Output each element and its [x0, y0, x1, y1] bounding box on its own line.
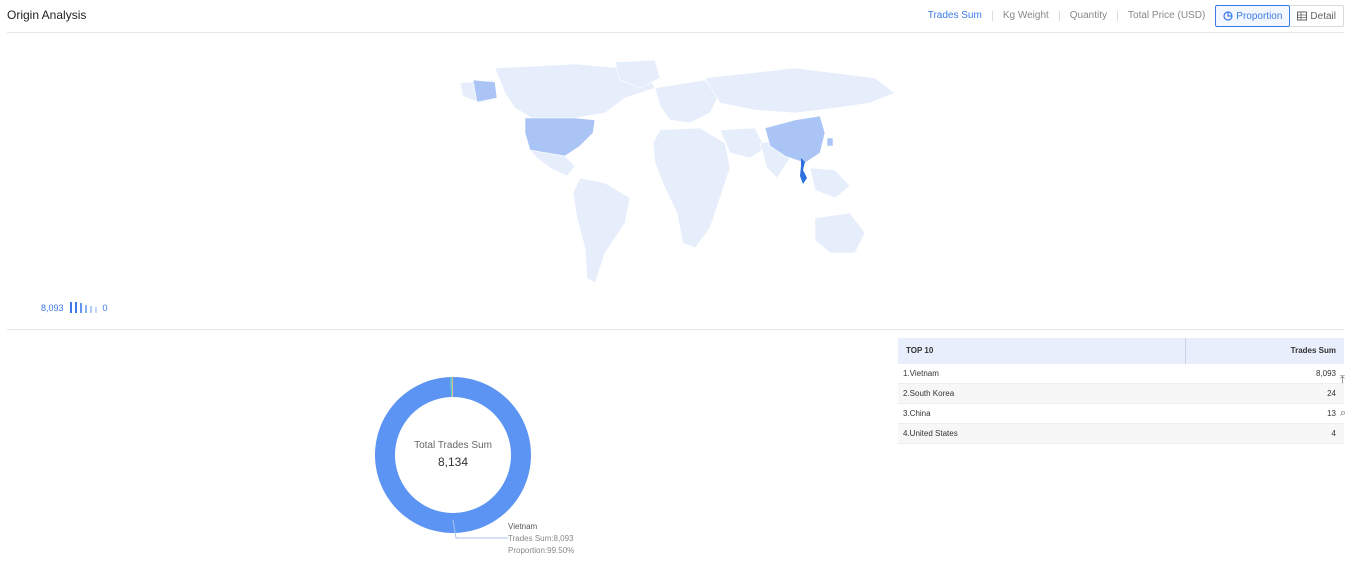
legend-scale	[69, 302, 97, 313]
callout-name: Vietnam	[508, 522, 538, 531]
donut-callout: Vietnam Trades Sum:8,093 Proportion:99.5…	[508, 521, 574, 557]
table-row[interactable]: 2.South Korea 24	[898, 384, 1344, 404]
row-name: 2.South Korea	[903, 389, 955, 398]
map-united-states	[524, 117, 596, 157]
map-southeast-asia-region	[809, 167, 851, 199]
metric-tabs: Trades Sum Kg Weight Quantity Total Pric…	[918, 5, 1344, 27]
row-name: 4.United States	[903, 429, 958, 438]
map-africa-region	[652, 127, 731, 249]
row-value: 13	[1327, 409, 1336, 418]
map-south-korea	[826, 137, 834, 147]
table-header-value[interactable]: Trades Sum	[1186, 338, 1344, 364]
header: Origin Analysis Trades Sum Kg Weight Qua…	[0, 0, 1352, 33]
table-header: TOP 10 Trades Sum	[898, 338, 1344, 364]
callout-line	[452, 520, 508, 539]
map-south-america-region	[572, 177, 631, 284]
page-title: Origin Analysis	[7, 8, 87, 22]
row-value: 24	[1327, 389, 1336, 398]
detail-label: Detail	[1310, 10, 1336, 22]
header-divider	[7, 32, 1344, 33]
detail-button[interactable]: Detail	[1290, 5, 1344, 27]
feedback-icon[interactable]: ⌕	[1340, 407, 1352, 420]
map-russia-region	[704, 67, 896, 114]
world-map[interactable]	[455, 58, 900, 290]
table-icon	[1297, 11, 1308, 21]
map-united-states-alaska	[472, 79, 498, 103]
table-row[interactable]: 1.Vietnam 8,093	[898, 364, 1344, 384]
map-australia-region	[814, 212, 866, 254]
pie-chart-icon	[1223, 11, 1233, 21]
donut-center-label: Total Trades Sum	[414, 440, 492, 451]
tab-total-price[interactable]: Total Price (USD)	[1118, 5, 1215, 27]
tab-quantity[interactable]: Quantity	[1060, 5, 1117, 27]
legend-min: 0	[102, 302, 108, 313]
back-to-top-icon[interactable]: ⤒	[1340, 374, 1352, 387]
proportion-label: Proportion	[1236, 10, 1283, 22]
map-legend: 8,093 0	[41, 302, 108, 313]
table-row[interactable]: 4.United States 4	[898, 424, 1344, 444]
side-toolbar: ⤒ ⌕	[1340, 374, 1352, 440]
row-name: 3.China	[903, 409, 931, 418]
legend-max: 8,093	[41, 302, 64, 313]
tab-trades-sum[interactable]: Trades Sum	[918, 5, 992, 27]
donut-center-value: 8,134	[437, 455, 469, 469]
row-value: 4	[1331, 429, 1336, 438]
row-value: 8,093	[1315, 369, 1336, 378]
row-name: 1.Vietnam	[903, 369, 939, 378]
tab-kg-weight[interactable]: Kg Weight	[993, 5, 1059, 27]
callout-trades: Trades Sum:8,093	[508, 534, 574, 543]
donut-center: Total Trades Sum 8,134	[370, 440, 536, 469]
proportion-button[interactable]: Proportion	[1215, 5, 1291, 27]
section-divider	[7, 329, 1344, 330]
table-row[interactable]: 3.China 13	[898, 404, 1344, 424]
table-header-name[interactable]: TOP 10	[898, 338, 1186, 364]
callout-proportion: Proportion:99.50%	[508, 546, 575, 555]
top10-table: TOP 10 Trades Sum 1.Vietnam 8,093 2.Sout…	[898, 338, 1344, 444]
